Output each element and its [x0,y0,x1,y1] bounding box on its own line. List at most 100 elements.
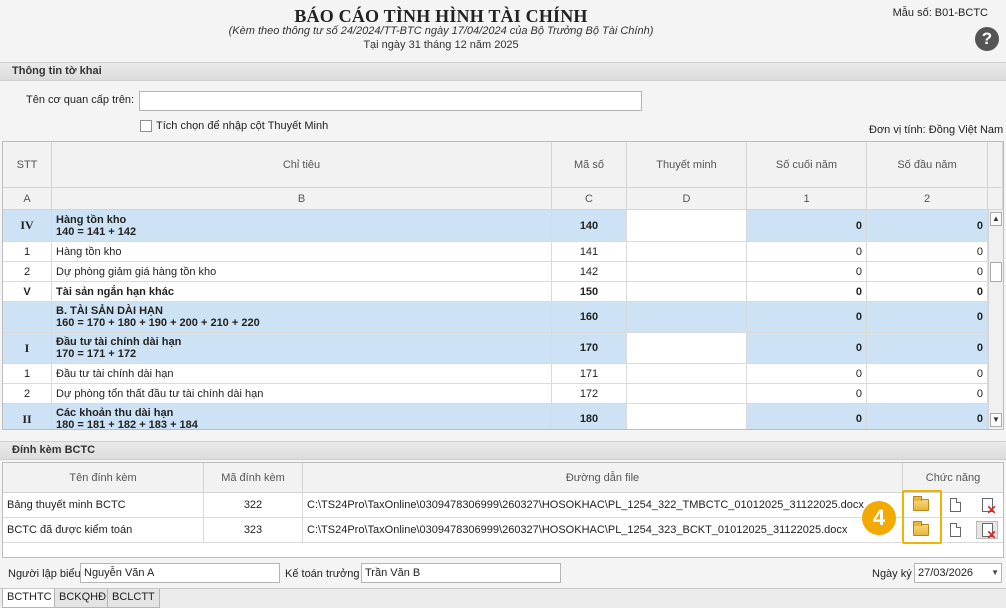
scroll-up-icon[interactable]: ▲ [990,212,1002,226]
row-note-input[interactable] [627,282,747,302]
preparer-input[interactable]: Nguyễn Văn A [80,563,280,583]
report-header: BÁO CÁO TÌNH HÌNH TÀI CHÍNH (Kèm theo th… [0,0,1006,62]
row-stt: II [3,404,52,429]
table-row[interactable]: B. TÀI SẢN DÀI HẠN 160 = 170 + 180 + 190 … [3,302,988,333]
tab-bckqhd[interactable]: BCKQHĐ [54,589,112,608]
table-row[interactable]: IV Hàng tồn kho 140 = 141 + 142 140 0 0 [3,210,988,242]
signature-bar: Người lập biểu Nguyễn Văn A Kế toán trưở… [0,560,1006,588]
att-code: 323 [204,518,303,542]
row-note-input[interactable] [627,262,747,282]
accountant-label: Kế toán trưởng [285,568,360,580]
row-note-input[interactable] [627,242,747,262]
row-code: 170 [552,333,627,364]
row-start-value[interactable]: 0 [867,302,988,333]
view-file-icon[interactable] [944,496,966,514]
sign-date-picker[interactable]: 27/03/2026 ▼ [914,563,1002,583]
row-code: 140 [552,210,627,242]
table-row[interactable]: 1 Đầu tư tài chính dài hạn 171 0 0 [3,364,988,384]
report-title: BÁO CÁO TÌNH HÌNH TÀI CHÍNH [294,6,588,26]
report-subtitle: (Kèm theo thông tư số 24/2024/TT-BTC ngà… [228,25,654,37]
row-start-value[interactable]: 0 [867,262,988,282]
help-icon[interactable]: ? [975,27,999,51]
info-section-header: Thông tin tờ khai [0,62,1006,81]
view-file-icon[interactable] [944,521,966,539]
row-end-value[interactable]: 0 [747,364,867,384]
attachment-row[interactable]: Bảng thuyết minh BCTC 322 C:\TS24Pro\Tax… [3,493,1003,518]
delete-file-icon[interactable]: ✕ [976,521,998,541]
att-path: C:\TS24Pro\TaxOnline\0309478306999\26032… [303,493,903,517]
agency-input[interactable] [139,91,642,111]
row-stt: 1 [3,364,52,384]
row-name: Dự phòng giảm giá hàng tồn kho [52,262,552,282]
att-header-code: Mã đính kèm [204,463,303,493]
scroll-thumb[interactable] [990,262,1002,282]
row-code: 171 [552,364,627,384]
att-name: BCTC đã được kiểm toán [3,518,204,542]
table-row[interactable]: II Các khoản thu dài hạn 180 = 181 + 182 … [3,404,988,430]
row-end-value[interactable]: 0 [747,282,867,302]
col-header-indicator: Chỉ tiêu [52,142,552,188]
table-row[interactable]: I Đầu tư tài chính dài hạn 170 = 171 + 17… [3,333,988,364]
row-start-value[interactable]: 0 [867,333,988,364]
attachment-row[interactable]: BCTC đã được kiểm toán 323 C:\TS24Pro\Ta… [3,518,1003,543]
form-code: Mẫu số: B01-BCTC [892,7,988,19]
row-name: Dự phòng tổn thất đầu tư tài chính dài h… [52,384,552,404]
row-stt: 2 [3,262,52,282]
row-note-input[interactable] [627,364,747,384]
att-header-name: Tên đính kèm [3,463,204,493]
sign-date-label: Ngày ký [872,568,912,580]
step-badge: 4 [862,501,896,535]
table-row[interactable]: V Tài sản ngắn hạn khác 150 0 0 [3,282,988,302]
row-code: 150 [552,282,627,302]
sub-header-b: B [52,188,552,210]
row-end-value[interactable]: 0 [747,404,867,429]
note-column-checkbox[interactable] [140,120,152,132]
tab-bclctt[interactable]: BCLCTT [107,589,160,608]
row-note-input[interactable] [627,210,747,242]
sub-header-spacer [988,188,1003,210]
col-header-spacer [988,142,1003,188]
row-stt: IV [3,210,52,242]
att-path: C:\TS24Pro\TaxOnline\0309478306999\26032… [303,518,903,542]
attachment-section-header: Đính kèm BCTC [0,441,1006,460]
row-end-value[interactable]: 0 [747,210,867,242]
row-end-value[interactable]: 0 [747,333,867,364]
row-start-value[interactable]: 0 [867,282,988,302]
row-formula: 180 = 181 + 182 + 183 + 184 [56,419,198,430]
row-start-value[interactable]: 0 [867,404,988,429]
row-start-value[interactable]: 0 [867,210,988,242]
row-start-value[interactable]: 0 [867,364,988,384]
table-row[interactable]: 1 Hàng tồn kho 141 0 0 [3,242,988,262]
row-note-input[interactable] [627,384,747,404]
grid-scrollbar[interactable]: ▲ ▼ [988,210,1003,429]
row-end-value[interactable]: 0 [747,262,867,282]
row-end-value[interactable]: 0 [747,384,867,404]
row-end-value[interactable]: 0 [747,302,867,333]
row-indicator: B. TÀI SẢN DÀI HẠN 160 = 170 + 180 + 190 … [52,302,552,333]
table-row[interactable]: 2 Dự phòng tổn thất đầu tư tài chính dài… [3,384,988,404]
row-note-input[interactable] [627,404,747,429]
table-row[interactable]: 2 Dự phòng giảm giá hàng tồn kho 142 0 0 [3,262,988,282]
row-name: Đầu tư tài chính dài hạn [56,336,182,348]
col-header-code: Mã số [552,142,627,188]
row-note-input[interactable] [627,302,747,333]
att-code: 322 [204,493,303,517]
row-name: Hàng tồn kho [52,242,552,262]
row-name: Đầu tư tài chính dài hạn [52,364,552,384]
chevron-down-icon[interactable]: ▼ [991,564,999,582]
row-code: 141 [552,242,627,262]
row-stt: 1 [3,242,52,262]
info-panel: Tên cơ quan cấp trên: Tích chọn để nhập … [0,82,1006,140]
row-end-value[interactable]: 0 [747,242,867,262]
row-start-value[interactable]: 0 [867,384,988,404]
accountant-input[interactable]: Trần Văn B [361,563,561,583]
delete-file-icon[interactable]: ✕ [976,496,998,516]
row-note-input[interactable] [627,333,747,364]
row-stt [3,302,52,333]
sub-header-a: A [3,188,52,210]
tab-bcthtc[interactable]: BCTHTC [2,589,57,608]
row-start-value[interactable]: 0 [867,242,988,262]
financial-grid: STT Chỉ tiêu Mã số Thuyết minh Số cuối n… [2,141,1004,430]
sign-date-value: 27/03/2026 [918,567,974,579]
scroll-down-icon[interactable]: ▼ [990,413,1002,427]
